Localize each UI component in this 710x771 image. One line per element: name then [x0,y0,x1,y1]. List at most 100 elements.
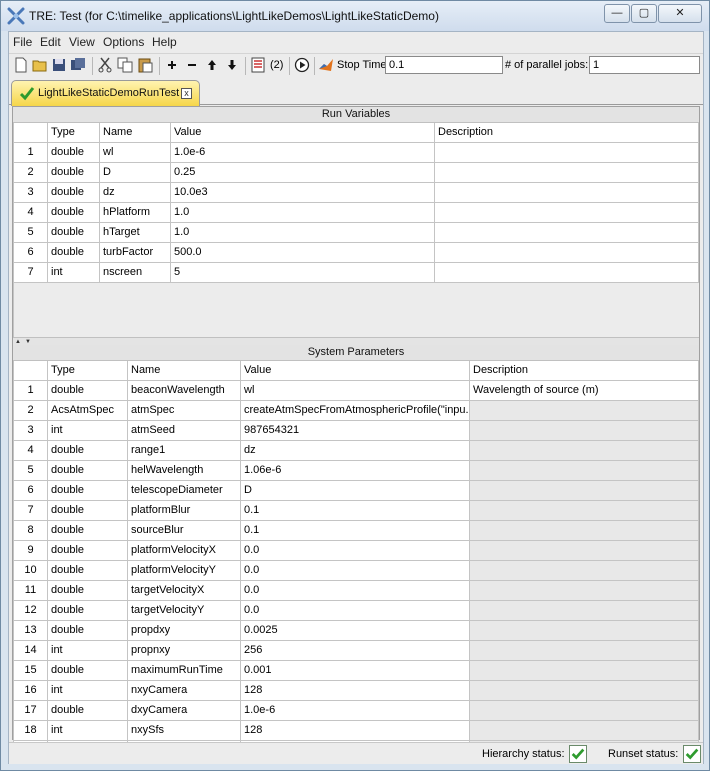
name-column-header[interactable]: Name [128,361,241,381]
name-cell[interactable]: turbFactor [100,243,171,263]
menu-view[interactable]: View [69,35,95,49]
parallel-jobs-input[interactable] [589,56,700,74]
value-cell[interactable]: 256 [241,641,470,661]
value-cell[interactable]: 0.0 [241,561,470,581]
name-cell[interactable]: helWavelength [128,461,241,481]
run-icon[interactable] [294,57,310,73]
description-cell[interactable] [470,581,699,601]
name-cell[interactable]: nscreen [100,263,171,283]
table-row[interactable]: 6 double telescopeDiameter D [14,481,700,501]
description-cell[interactable] [470,681,699,701]
description-cell[interactable] [470,421,699,441]
table-row[interactable]: 16 int nxyCamera 128 [14,681,700,701]
open-folder-icon[interactable] [32,57,48,73]
table-row[interactable]: 7 int nscreen 5 [14,263,700,283]
value-cell[interactable]: 0.1 [241,521,470,541]
description-cell[interactable] [435,203,699,223]
type-cell[interactable]: double [48,581,128,601]
type-cell[interactable]: double [48,621,128,641]
name-cell[interactable]: atmSpec [128,401,241,421]
remove-icon[interactable] [184,57,200,73]
name-cell[interactable]: platformVelocityY [128,561,241,581]
value-cell[interactable]: 128 [241,681,470,701]
tab-run-test[interactable]: LightLikeStaticDemoRunTest x [11,80,200,106]
table-row[interactable]: 4 double hPlatform 1.0 [14,203,700,223]
name-cell[interactable]: dz [100,183,171,203]
type-column-header[interactable]: Type [48,123,100,143]
table-row[interactable]: 15 double maximumRunTime 0.001 [14,661,700,681]
table-row[interactable]: 4 double range1 dz [14,441,700,461]
name-cell[interactable]: hTarget [100,223,171,243]
table-row[interactable]: 2 double D 0.25 [14,163,700,183]
type-cell[interactable]: int [48,721,128,741]
value-cell[interactable]: 0.001 [241,661,470,681]
name-cell[interactable]: maximumRunTime [128,661,241,681]
value-cell[interactable]: wl [241,381,470,401]
description-cell[interactable] [470,441,699,461]
table-row[interactable]: 5 double hTarget 1.0 [14,223,700,243]
name-cell[interactable]: propdxy [128,621,241,641]
value-cell[interactable]: 987654321 [241,421,470,441]
value-cell[interactable]: 1.06e-6 [241,461,470,481]
description-cell[interactable] [470,501,699,521]
menu-help[interactable]: Help [152,35,177,49]
value-cell[interactable]: 5 [171,263,435,283]
type-cell[interactable]: double [48,501,128,521]
description-cell[interactable] [470,621,699,641]
description-cell[interactable] [435,163,699,183]
add-icon[interactable] [164,57,180,73]
description-cell[interactable] [470,721,699,741]
type-cell[interactable]: double [48,203,100,223]
type-cell[interactable]: int [48,263,100,283]
value-cell[interactable]: 0.0 [241,601,470,621]
table-row[interactable]: 18 int nxySfs 128 [14,721,700,741]
type-cell[interactable]: int [48,641,128,661]
paste-icon[interactable] [137,57,153,73]
value-cell[interactable]: 1.0 [171,203,435,223]
type-cell[interactable]: double [48,163,100,183]
description-cell[interactable] [435,243,699,263]
table-row[interactable]: 1 double wl 1.0e-6 [14,143,700,163]
name-cell[interactable]: hPlatform [100,203,171,223]
name-cell[interactable]: nxyCamera [128,681,241,701]
type-cell[interactable]: double [48,521,128,541]
type-cell[interactable]: int [48,681,128,701]
type-cell[interactable]: double [48,223,100,243]
type-cell[interactable]: double [48,701,128,721]
value-cell[interactable]: 1.0e-6 [171,143,435,163]
value-cell[interactable]: 500.0 [171,243,435,263]
maximize-button[interactable]: ▢ [631,4,657,23]
value-cell[interactable]: 1.0e-6 [241,701,470,721]
title-bar[interactable]: TRE: Test (for C:\timelike_applications\… [1,1,709,31]
name-cell[interactable]: propnxy [128,641,241,661]
description-cell[interactable]: Wavelength of source (m) [470,381,699,401]
table-row[interactable]: 7 double platformBlur 0.1 [14,501,700,521]
tab-close-button[interactable]: x [181,88,192,99]
table-row[interactable]: 5 double helWavelength 1.06e-6 [14,461,700,481]
table-row[interactable]: 13 double propdxy 0.0025 [14,621,700,641]
table-row[interactable]: 10 double platformVelocityY 0.0 [14,561,700,581]
cut-icon[interactable] [97,57,113,73]
description-cell[interactable] [470,461,699,481]
matlab-icon[interactable] [318,57,334,73]
value-column-header[interactable]: Value [241,361,470,381]
table-row[interactable]: 3 int atmSeed 987654321 [14,421,700,441]
description-cell[interactable] [470,541,699,561]
splitter[interactable]: ▲ ▼ [13,337,699,345]
name-column-header[interactable]: Name [100,123,171,143]
copy-icon[interactable] [117,57,133,73]
name-cell[interactable]: dxyCamera [128,701,241,721]
description-cell[interactable] [470,481,699,501]
name-cell[interactable]: range1 [128,441,241,461]
value-cell[interactable]: dz [241,441,470,461]
type-cell[interactable]: double [48,243,100,263]
table-row[interactable]: 12 double targetVelocityY 0.0 [14,601,700,621]
description-cell[interactable] [470,701,699,721]
value-cell[interactable]: D [241,481,470,501]
save-icon[interactable] [51,57,67,73]
move-up-icon[interactable] [204,57,220,73]
menu-edit[interactable]: Edit [40,35,61,49]
minimize-button[interactable]: — [604,4,630,23]
menu-options[interactable]: Options [103,35,144,49]
row-number-header[interactable] [14,123,48,143]
